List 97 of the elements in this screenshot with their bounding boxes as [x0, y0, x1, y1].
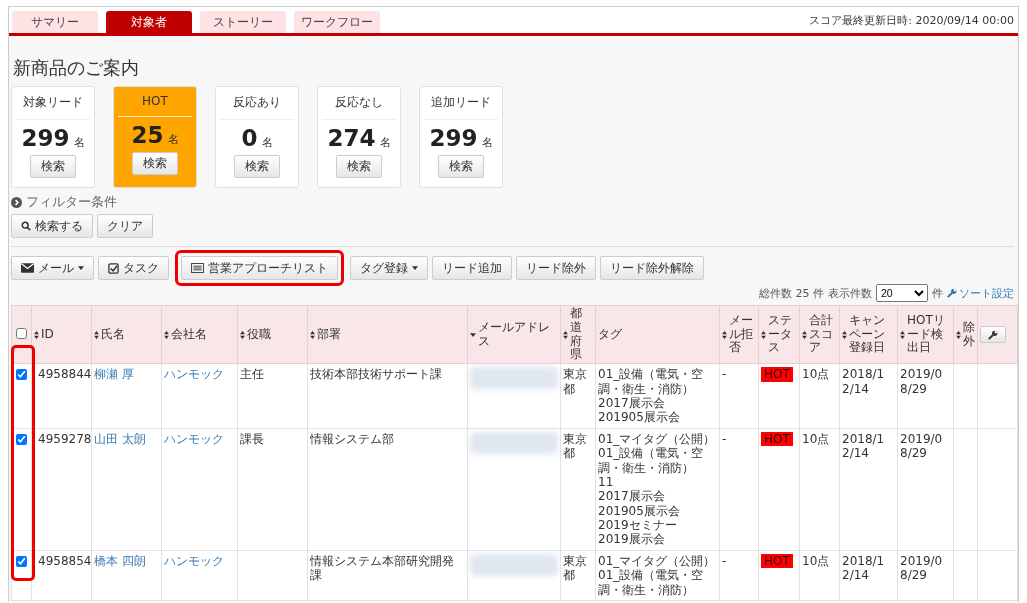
page-title: 新商品のご案内	[13, 56, 140, 80]
card-label: HOT	[118, 87, 192, 117]
toolbar-button[interactable]: 営業アプローチリスト	[181, 256, 338, 280]
tag-text: 01_マイタグ（公開）	[598, 431, 717, 447]
tag-text: 2019セミナー	[598, 518, 678, 533]
table-cell: 東京都	[563, 431, 587, 461]
table-cell: 2018/12/14	[842, 553, 885, 583]
column-header: 氏名	[101, 327, 125, 342]
status-badge: HOT	[761, 553, 793, 569]
table-cell: 情報システム部	[310, 431, 394, 446]
tag-text: 2019展示会	[598, 532, 666, 547]
company-link[interactable]: ハンモック	[164, 367, 224, 382]
column-header: タグ	[598, 327, 622, 342]
filter-toggle[interactable]: フィルター条件	[26, 193, 117, 211]
tag-text: 01_設備（電気・空調・衛生・消防）	[598, 568, 705, 598]
total-count: 総件数 25 件	[759, 285, 824, 301]
card-label: 対象リード	[16, 87, 90, 120]
card-unit: 名	[481, 135, 493, 150]
table-cell: 10点	[802, 367, 830, 382]
card-unit: 名	[167, 132, 179, 147]
column-header: ステータス	[768, 313, 793, 356]
status-badge: HOT	[761, 367, 793, 382]
column-header: 都道府県	[570, 307, 583, 363]
toolbar-button[interactable]: リード追加	[432, 256, 512, 280]
tab[interactable]: ワークフロー	[294, 11, 380, 33]
per-page-select[interactable]: 20	[876, 284, 928, 302]
column-header: ID	[41, 327, 54, 342]
table-cell: 10点	[802, 431, 830, 446]
tag-text: 201905展示会	[598, 410, 681, 425]
table-cell: 課長	[240, 431, 264, 446]
tag-text: 01_設備（電気・空調・衛生・消防）	[598, 367, 705, 396]
toolbar-button[interactable]: リード除外	[516, 256, 596, 280]
lead-name-link[interactable]: 柳瀬 厚	[94, 367, 134, 382]
column-header: 役職	[247, 327, 271, 342]
sort-settings-link[interactable]: ソート設定	[947, 285, 1014, 301]
search-button[interactable]: 検索	[336, 155, 382, 178]
table-cell: 東京都	[563, 367, 587, 396]
tag-text: 11	[598, 474, 615, 490]
column-header: 会社名	[171, 327, 207, 342]
card-unit: 名	[379, 135, 391, 150]
card-unit: 名	[261, 135, 273, 150]
table-cell: -	[722, 553, 727, 568]
table-cell: 技術本部技術サポート課	[310, 367, 442, 382]
tab[interactable]: ストーリー	[200, 11, 286, 33]
tag-text: 2017展示会	[598, 395, 666, 411]
table-cell: 4958844	[38, 367, 92, 382]
tag-text: 201905展示会	[598, 503, 681, 519]
per-page-label: 表示件数	[828, 285, 872, 301]
clear-button[interactable]: クリア	[97, 214, 153, 238]
lead-name-link[interactable]: 山田 太朗	[94, 431, 146, 446]
tab[interactable]: サマリー	[12, 11, 98, 33]
table-cell: 情報システム本部研究開発課	[310, 553, 454, 583]
table-cell: 2019/08/29	[900, 431, 943, 461]
search-button[interactable]: 検索	[438, 155, 484, 178]
toolbar-button[interactable]: リード除外解除	[600, 256, 704, 280]
tag-text: 01_マイタグ（公開）	[598, 553, 717, 569]
table-cell: -	[722, 431, 727, 446]
card-count: 25	[131, 122, 164, 148]
card-count: 0	[241, 125, 258, 151]
table-cell: 4958854	[38, 553, 92, 568]
tag-text: 01_設備（電気・空調・衛生・消防）	[598, 446, 705, 475]
column-header: 除外	[963, 320, 975, 349]
company-link[interactable]: ハンモック	[164, 431, 224, 446]
table-cell: 主任	[240, 367, 264, 382]
search-button[interactable]: 検索	[132, 152, 178, 175]
tab[interactable]: 対象者	[106, 11, 192, 33]
search-button[interactable]: 検索	[30, 155, 76, 178]
table-cell: 東京都	[563, 553, 587, 583]
column-header: 合計スコア	[809, 313, 834, 356]
card-label: 追加リード	[424, 87, 498, 120]
status-badge: HOT	[761, 431, 793, 447]
search-button[interactable]: 検索する	[11, 214, 93, 238]
per-page-unit: 件	[932, 285, 943, 301]
card-label: 反応なし	[322, 87, 396, 120]
card-count: 299	[429, 125, 478, 151]
table-cell: 2019/08/29	[900, 553, 943, 583]
table-cell: 2018/12/14	[842, 367, 885, 396]
column-header: メールアドレス	[478, 320, 551, 349]
table-cell: 2019/08/29	[900, 367, 943, 396]
card-count: 299	[21, 125, 70, 151]
table-cell: 2018/12/14	[842, 431, 885, 461]
column-header: 部署	[317, 327, 341, 342]
score-updated-text: スコア最終更新日時: 2020/09/14 00:00	[809, 13, 1014, 28]
toolbar-button[interactable]: タグ登録	[350, 256, 428, 280]
toolbar-button[interactable]: タスク	[98, 256, 169, 280]
search-button[interactable]: 検索	[234, 155, 280, 178]
table-cell: 4959278	[38, 431, 92, 446]
tag-text: 2017展示会	[598, 489, 666, 504]
card-count: 274	[327, 125, 376, 151]
column-header: メール拒否	[729, 313, 754, 356]
table-cell: -	[722, 367, 727, 382]
card-label: 反応あり	[220, 87, 294, 120]
card-unit: 名	[73, 135, 85, 150]
column-header: HOTリード検出日	[907, 313, 946, 356]
toolbar-button[interactable]: メール	[11, 256, 94, 280]
column-header: キャンペーン登録日	[849, 313, 886, 356]
table-cell: 10点	[802, 553, 830, 568]
